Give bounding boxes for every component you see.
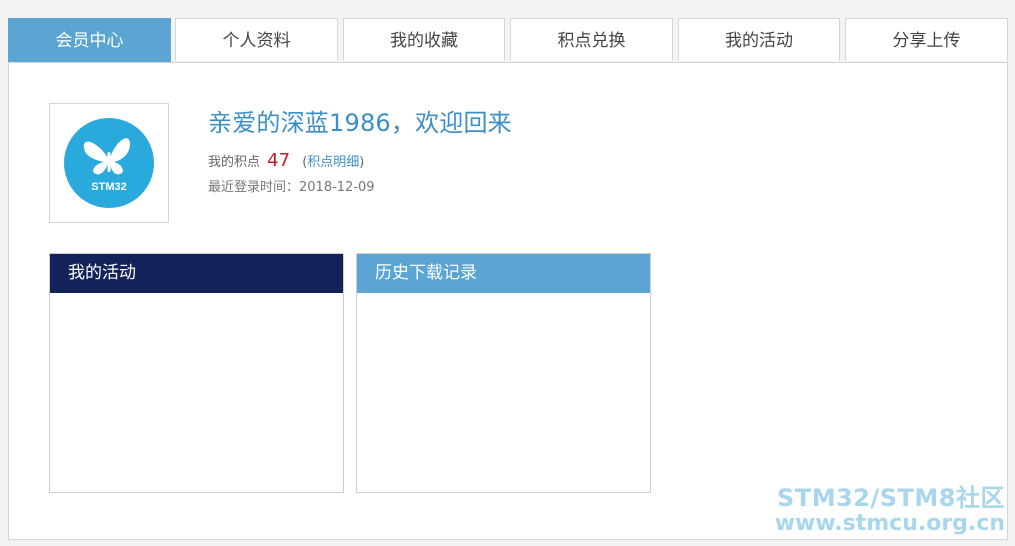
tab-points-exchange[interactable]: 积点兑换 <box>510 18 673 61</box>
points-label: 我的积点 <box>208 155 261 170</box>
welcome-message: 亲爱的深蓝1986，欢迎回来 <box>208 109 512 137</box>
my-activities-title: 我的活动 <box>50 254 343 293</box>
tab-my-activities[interactable]: 我的活动 <box>678 18 840 61</box>
points-value: 47 <box>267 150 291 171</box>
last-login: 最近登录时间：2018-12-09 <box>208 180 375 195</box>
tab-profile[interactable]: 个人资料 <box>175 18 338 61</box>
member-center-panel: STM32 亲爱的深蓝1986，欢迎回来 我的积点 47 (积点明细) 最近登录… <box>8 62 1008 540</box>
tab-share-upload[interactable]: 分享上传 <box>845 18 1008 61</box>
tab-favorites[interactable]: 我的收藏 <box>343 18 505 61</box>
my-activities-box: 我的活动 <box>49 253 344 493</box>
avatar-brand-text: STM32 <box>91 181 126 193</box>
stm32-butterfly-logo: STM32 <box>64 118 154 208</box>
download-history-title: 历史下载记录 <box>357 254 650 293</box>
tab-member-center[interactable]: 会员中心 <box>8 18 171 63</box>
watermark-line1: STM32/STM8社区 <box>777 484 1005 512</box>
points-link-close: ) <box>359 155 365 170</box>
site-watermark: STM32/STM8社区 www.stmcu.org.cn <box>775 485 1005 537</box>
member-tabs: 会员中心 个人资料 我的收藏 积点兑换 我的活动 分享上传 <box>8 18 1008 63</box>
avatar: STM32 <box>49 103 169 223</box>
points-detail-link[interactable]: 积点明细 <box>307 155 359 170</box>
watermark-line2: www.stmcu.org.cn <box>774 511 1005 536</box>
points-line: 我的积点 47 (积点明细) <box>208 150 364 171</box>
download-history-box: 历史下载记录 <box>356 253 651 493</box>
